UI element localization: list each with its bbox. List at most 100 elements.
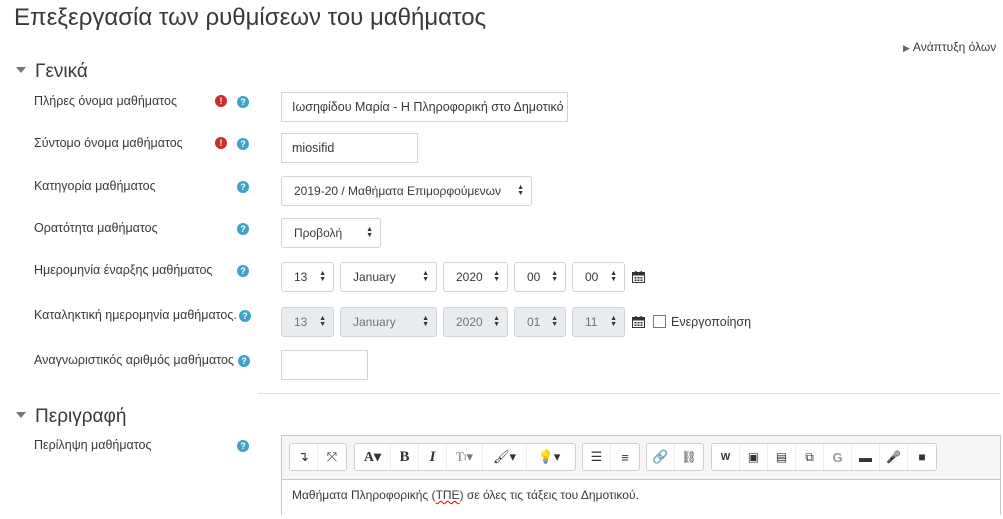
- idnumber-input[interactable]: [281, 350, 368, 380]
- expand-all-link[interactable]: ▶ Ανάπτυξη όλων: [903, 40, 996, 54]
- video-icon[interactable]: ■: [908, 444, 936, 470]
- visibility-value: Προβολή: [294, 226, 343, 240]
- shortname-input[interactable]: miosifid: [281, 133, 418, 163]
- bullet-list-icon[interactable]: ☰: [583, 444, 611, 470]
- toolbar-group-insert: W ▣ ▤ ⧉ G ▬ 🎤 ■: [711, 443, 937, 471]
- summary-text-part: Μαθήματα Πληροφορικής (: [292, 488, 436, 502]
- summary-text-part: ) σε όλες τις τάξεις του Δημοτικού.: [459, 488, 639, 502]
- category-value: 2019-20 / Μαθήματα Επιμορφούμενων: [294, 184, 502, 198]
- toolbar-group-lists: ☰ ≡: [582, 443, 640, 471]
- startdate-day-select[interactable]: 13 ▲ ▼: [281, 262, 334, 292]
- bold-icon[interactable]: B: [391, 444, 419, 470]
- summary-label: Περίληψη μαθήματος: [34, 438, 152, 452]
- enddate-minute-value: 11: [585, 315, 598, 329]
- startdate-minute-value: 00: [585, 270, 599, 284]
- section-description-title: Περιγραφή: [35, 406, 127, 427]
- enddate-hour-select[interactable]: 01 ▲ ▼: [514, 307, 566, 337]
- category-label: Κατηγορία μαθήματος: [34, 179, 156, 193]
- startdate-day-value: 13: [294, 270, 308, 284]
- help-icon[interactable]: ?: [237, 223, 249, 235]
- copy-icon[interactable]: ⧉: [796, 444, 824, 470]
- help-icon[interactable]: ?: [237, 440, 249, 452]
- help-icon[interactable]: ?: [239, 310, 251, 322]
- select-arrows-icon: ▲ ▼: [610, 315, 617, 328]
- section-description-header[interactable]: Περιγραφή: [16, 406, 126, 428]
- toolbar-group-style: A▾ B I T I ▾ 🖌▾ 💡▾: [354, 443, 576, 471]
- expand-all-label: Ανάπτυξη όλων: [912, 40, 997, 54]
- fullname-input[interactable]: Ιωσηφίδου Μαρία - Η Πληροφορική στο Δημο…: [281, 92, 568, 122]
- select-arrows-icon: ▲ ▼: [366, 226, 373, 239]
- numbered-list-icon[interactable]: ≡: [611, 444, 639, 470]
- caret-down-icon: [16, 411, 26, 418]
- enddate-label: Καταληκτική ημερομηνία μαθήματος.: [34, 308, 237, 322]
- help-icon[interactable]: ?: [237, 96, 249, 108]
- enddate-hour-value: 01: [527, 315, 541, 329]
- select-arrows-icon: ▲ ▼: [551, 270, 558, 283]
- collapse-icon[interactable]: ↴: [290, 444, 318, 470]
- text-format-icon[interactable]: T I ▾: [447, 444, 483, 470]
- help-icon[interactable]: ?: [237, 265, 249, 277]
- required-icon: !: [215, 137, 227, 149]
- select-arrows-icon: ▲ ▼: [493, 270, 500, 283]
- brush-icon[interactable]: 🖌▾: [483, 444, 527, 470]
- startdate-month-select[interactable]: January ▲ ▼: [340, 262, 437, 292]
- g-icon[interactable]: G: [824, 444, 852, 470]
- enddate-year-select[interactable]: 2020 ▲ ▼: [443, 307, 508, 337]
- section-divider: [258, 393, 1000, 394]
- enddate-month-value: January: [353, 315, 396, 329]
- startdate-minute-select[interactable]: 00 ▲ ▼: [572, 262, 625, 292]
- calendar-icon[interactable]: [632, 271, 645, 283]
- page-title: Επεξεργασία των ρυθμίσεων του μαθήματος: [14, 4, 487, 31]
- select-arrows-icon: ▲ ▼: [493, 315, 500, 328]
- idnumber-label: Αναγνωριστικός αριθμός μαθήματος: [34, 353, 234, 367]
- italic-icon[interactable]: I: [419, 444, 447, 470]
- shortname-label: Σύντομο όνομα μαθήματος: [34, 136, 183, 150]
- caret-down-icon: [16, 66, 26, 73]
- select-arrows-icon: ▲ ▼: [551, 315, 558, 328]
- help-icon[interactable]: ?: [237, 138, 249, 150]
- help-icon[interactable]: ?: [237, 181, 249, 193]
- screen-icon[interactable]: ▬: [852, 444, 880, 470]
- visibility-select[interactable]: Προβολή ▲ ▼: [281, 218, 381, 248]
- category-select[interactable]: 2019-20 / Μαθήματα Επιμορφούμενων ▲ ▼: [281, 176, 532, 206]
- expand-triangle-icon: ▶: [903, 43, 910, 53]
- microphone-icon[interactable]: 🎤: [880, 444, 908, 470]
- enddate-year-value: 2020: [456, 315, 483, 329]
- startdate-label: Ημερομηνία έναρξης μαθήματος: [34, 263, 213, 277]
- select-arrows-icon: ▲ ▼: [319, 270, 326, 283]
- lightbulb-icon[interactable]: 💡▾: [527, 444, 571, 470]
- select-arrows-icon: ▲ ▼: [319, 315, 326, 328]
- select-arrows-icon: ▲ ▼: [422, 315, 429, 328]
- enddate-day-select[interactable]: 13 ▲ ▼: [281, 307, 334, 337]
- summary-content[interactable]: Μαθήματα Πληροφορικής (ΤΠΕ) σε όλες τις …: [282, 479, 1000, 519]
- startdate-hour-value: 00: [527, 270, 541, 284]
- startdate-month-value: January: [353, 270, 396, 284]
- calendar-icon[interactable]: [632, 316, 645, 328]
- enddate-day-value: 13: [294, 315, 308, 329]
- font-family-icon[interactable]: A▾: [355, 444, 391, 470]
- visibility-label: Ορατότητα μαθήματος: [34, 221, 158, 235]
- link-icon[interactable]: 🔗: [647, 444, 675, 470]
- toolbar-group-view: ↴ ⤧: [289, 443, 347, 471]
- select-arrows-icon: ▲ ▼: [610, 270, 617, 283]
- select-arrows-icon: ▲ ▼: [422, 270, 429, 283]
- startdate-year-select[interactable]: 2020 ▲ ▼: [443, 262, 508, 292]
- unlink-icon[interactable]: ⛓: [675, 444, 703, 470]
- toolbar-group-links: 🔗 ⛓: [646, 443, 704, 471]
- startdate-year-value: 2020: [456, 270, 483, 284]
- startdate-hour-select[interactable]: 00 ▲ ▼: [514, 262, 566, 292]
- enddate-month-select[interactable]: January ▲ ▼: [340, 307, 437, 337]
- media-file-icon[interactable]: ▤: [768, 444, 796, 470]
- image-icon[interactable]: ▣: [740, 444, 768, 470]
- help-icon[interactable]: ?: [238, 355, 250, 367]
- enddate-enable-checkbox[interactable]: [653, 315, 666, 328]
- enddate-enable-label[interactable]: Ενεργοποίηση: [671, 315, 751, 329]
- select-arrows-icon: ▲ ▼: [517, 184, 524, 197]
- summary-text-misspelled: ΤΠΕ: [435, 488, 460, 502]
- section-general-title: Γενικά: [35, 61, 88, 82]
- required-icon: !: [215, 95, 227, 107]
- section-general-header[interactable]: Γενικά: [16, 61, 88, 83]
- word-icon[interactable]: W: [712, 444, 740, 470]
- enddate-minute-select[interactable]: 11 ▲ ▼: [572, 307, 625, 337]
- fullscreen-icon[interactable]: ⤧: [318, 444, 346, 470]
